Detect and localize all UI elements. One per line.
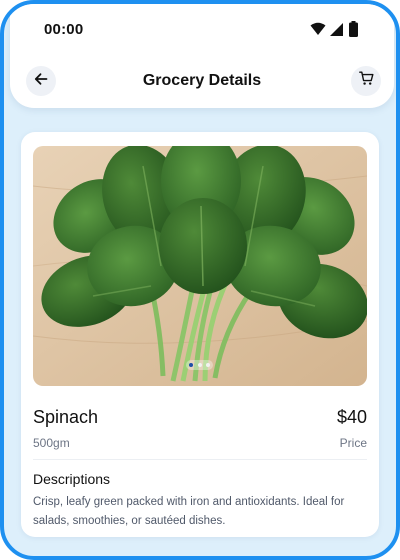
product-card: Spinach $40 500gm Price Descriptions Cri… — [21, 132, 379, 537]
price-caption: Price — [339, 436, 367, 450]
cart-button[interactable] — [351, 66, 381, 96]
status-time: 00:00 — [44, 21, 84, 38]
product-price: $40 — [336, 407, 367, 427]
page-title: Grocery Details — [142, 72, 262, 89]
product-name: Spinach — [33, 407, 99, 427]
product-weight: 500gm — [33, 436, 70, 450]
carousel-dot[interactable] — [206, 363, 210, 367]
description-heading: Descriptions — [33, 471, 111, 487]
divider — [33, 459, 367, 460]
wifi-icon — [310, 22, 326, 41]
carousel-dot-active[interactable] — [189, 363, 193, 367]
battery-icon — [349, 21, 358, 42]
top-panel: 00:00 Grocery Details — [10, 4, 394, 108]
signal-icon — [330, 23, 343, 41]
carousel-dot[interactable] — [197, 363, 202, 367]
description-text: Crisp, leafy green packed with iron and … — [33, 496, 345, 527]
carousel-indicator[interactable] — [186, 360, 213, 370]
status-icons — [310, 21, 366, 41]
phone-frame: 00:00 Grocery Details Spinach $40 500gm … — [0, 0, 400, 560]
cart-icon — [358, 71, 374, 91]
product-image[interactable] — [33, 146, 367, 386]
